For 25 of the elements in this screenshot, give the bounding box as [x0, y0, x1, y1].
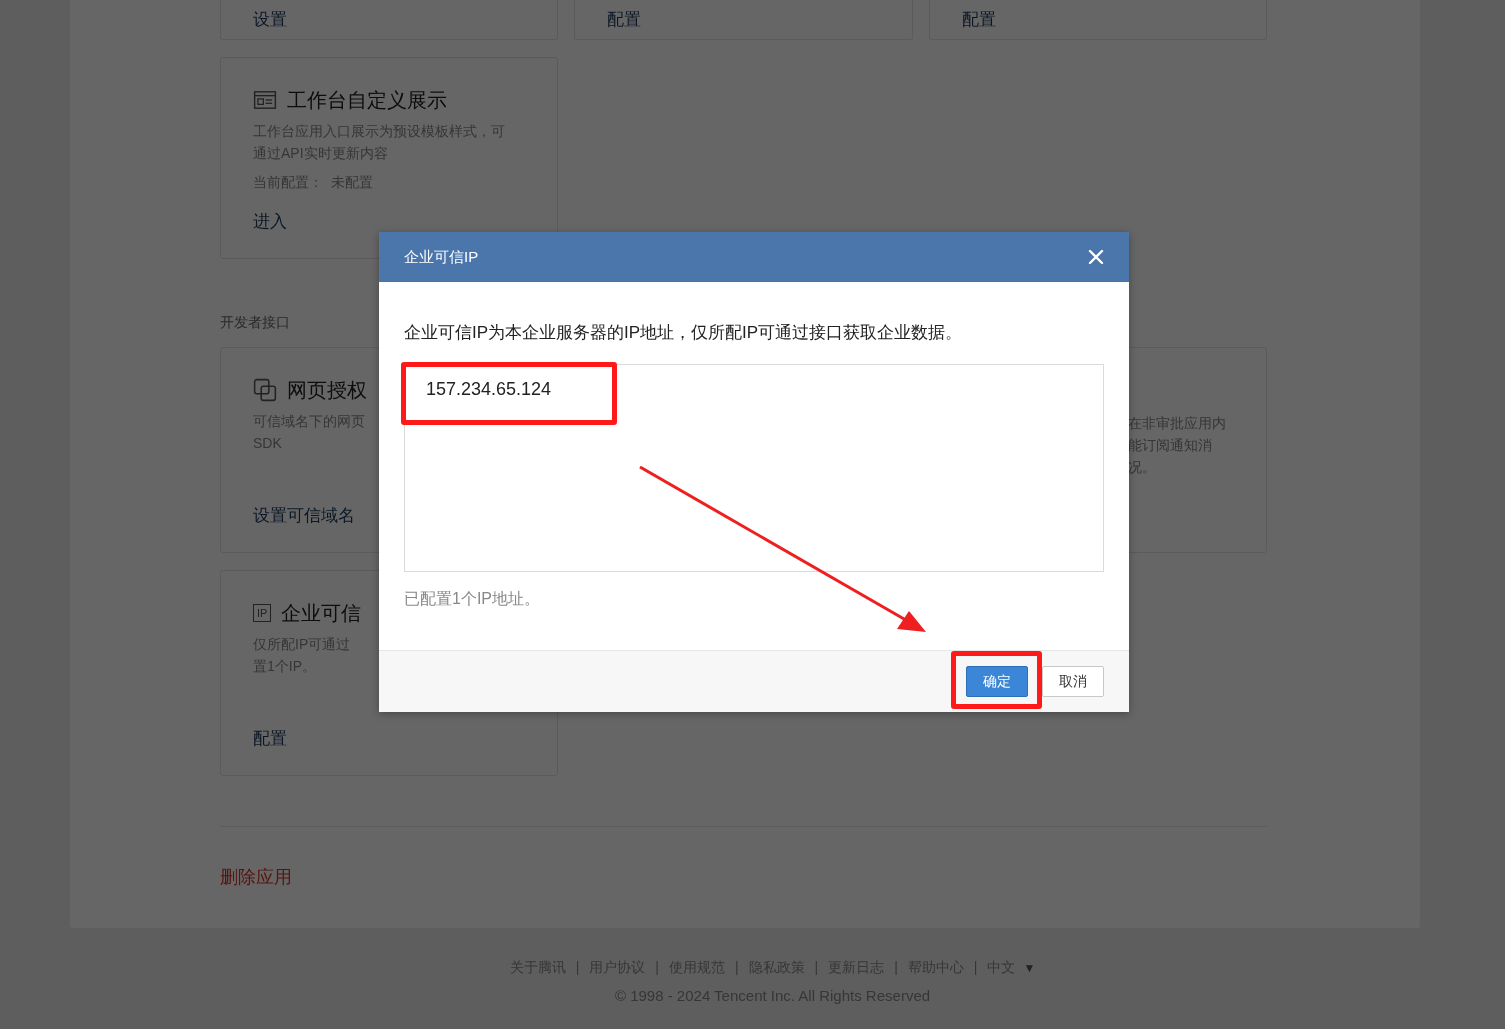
- separator: |: [734, 958, 739, 977]
- dialog-description: 企业可信IP为本企业服务器的IP地址，仅所配IP可通过接口获取企业数据。: [404, 322, 964, 344]
- separator: |: [814, 958, 819, 977]
- card-link[interactable]: 设置: [253, 7, 287, 32]
- separator: |: [575, 958, 580, 977]
- card-link[interactable]: 进入: [253, 210, 287, 234]
- card-title: 网页授权: [287, 377, 367, 403]
- ip-icon: IP: [253, 604, 272, 622]
- card-link[interactable]: 设置可信域名: [253, 504, 355, 528]
- confirm-button[interactable]: 确定: [966, 666, 1028, 697]
- dialog-title: 企业可信IP: [404, 247, 479, 267]
- separator: |: [655, 958, 659, 977]
- card-icon: [253, 378, 277, 402]
- card-title: 工作台自定义展示: [287, 87, 447, 113]
- separator: |: [894, 958, 898, 977]
- card-title: 企业可信: [281, 600, 362, 626]
- ip-count-note: 已配置1个IP地址。: [404, 589, 541, 609]
- card-icon: [253, 88, 277, 112]
- card-link[interactable]: 配置: [607, 7, 641, 32]
- card-link[interactable]: 配置: [962, 7, 996, 32]
- separator: |: [973, 958, 978, 977]
- close-icon[interactable]: [1088, 249, 1104, 265]
- card-link[interactable]: 配置: [253, 727, 287, 751]
- cancel-button[interactable]: 取消: [1042, 666, 1104, 697]
- delete-app-link[interactable]: 删除应用: [220, 865, 292, 889]
